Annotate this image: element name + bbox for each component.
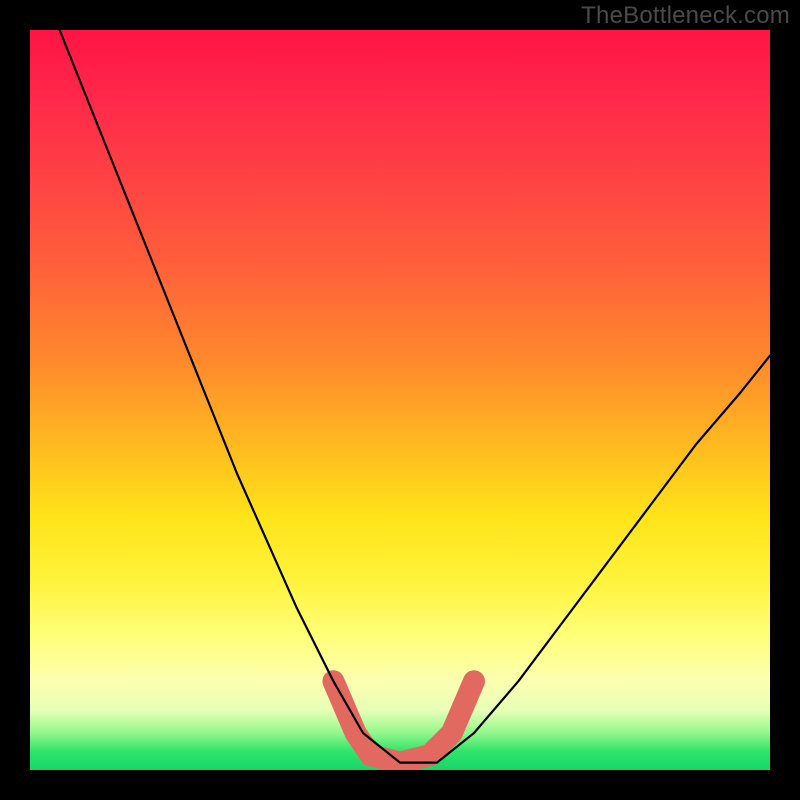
chart-frame: TheBottleneck.com bbox=[0, 0, 800, 800]
plot-area bbox=[30, 30, 770, 770]
bottleneck-curve-path bbox=[60, 30, 770, 763]
watermark-text: TheBottleneck.com bbox=[581, 2, 790, 30]
curve-overlay bbox=[30, 30, 770, 770]
